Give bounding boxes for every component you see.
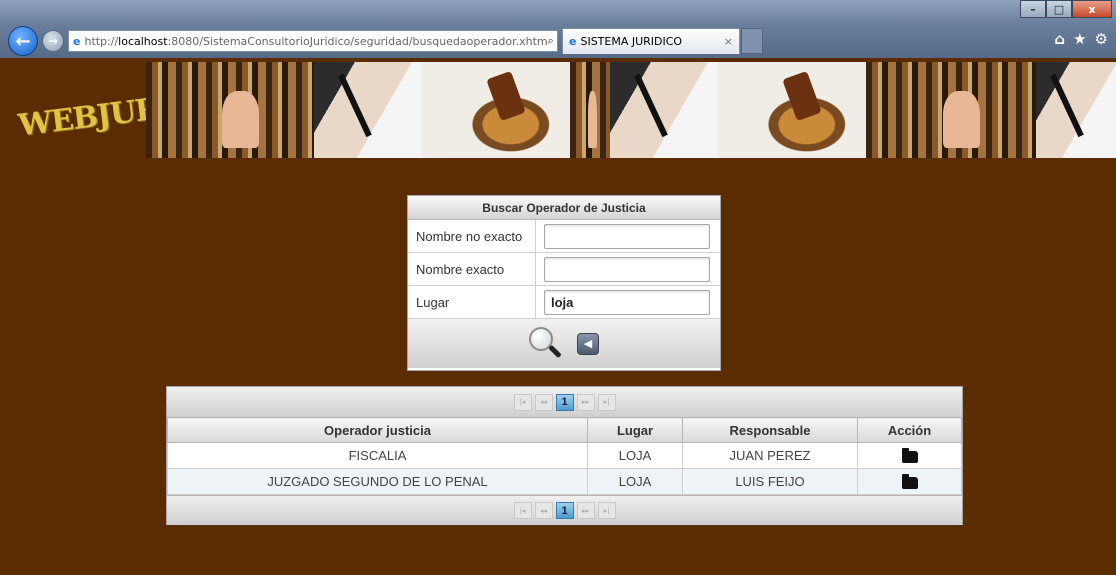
pager-first-button[interactable]: |◂ (513, 502, 532, 519)
search-panel: Buscar Operador de Justicia Nombre no ex… (407, 195, 721, 371)
home-icon[interactable]: ⌂ (1054, 30, 1065, 48)
nombre-exacto-input[interactable] (544, 257, 710, 282)
banner-pen-image (1036, 62, 1116, 158)
column-header-operador[interactable]: Operador justicia (167, 417, 588, 443)
minimize-button[interactable]: – (1020, 0, 1046, 18)
arrow-left-icon: ← (15, 30, 31, 52)
pager-prev-button[interactable]: ◂◂ (534, 393, 553, 411)
address-bar[interactable]: e http:// localhost :8080/SistemaConsult… (68, 30, 558, 52)
banner-pen-image (314, 62, 422, 158)
pager-page-1[interactable]: 1 (555, 502, 574, 519)
browser-chrome: – □ x ← → e http:// localhost :8080/Sist… (0, 0, 1116, 58)
cell-lugar: LOJA (587, 442, 683, 469)
banner-books-image (570, 62, 610, 158)
back-button[interactable]: ← (8, 26, 38, 56)
search-panel-title: Buscar Operador de Justicia (408, 196, 720, 220)
tab-sistema-juridico[interactable]: e SISTEMA JURIDICO × (562, 28, 740, 54)
lugar-input[interactable] (544, 290, 710, 315)
address-prefix: http:// (84, 34, 119, 48)
results-table-panel: |◂ ◂◂ 1 ▸▸ ▸| Operador justicia Lugar Re… (166, 386, 963, 525)
field-label: Nombre no exacto (408, 220, 536, 252)
banner-books-image (146, 62, 314, 158)
column-header-accion: Acción (857, 417, 962, 443)
table-row: FISCALIA LOJA JUAN PEREZ (167, 442, 962, 469)
back-page-button[interactable]: ◀ (577, 332, 599, 355)
address-controls[interactable]: ⌕ ▾ ☰ ↻ ✕ (548, 34, 557, 48)
ie-icon: e (569, 35, 577, 48)
arrow-right-icon: → (47, 34, 59, 48)
cell-accion (857, 442, 962, 469)
field-label: Lugar (408, 286, 536, 318)
pager-prev-button[interactable]: ◂◂ (534, 502, 553, 519)
pager-next-button[interactable]: ▸▸ (576, 393, 595, 411)
ie-icon: e (73, 34, 81, 48)
caret-left-icon: ◀ (583, 337, 593, 350)
field-row-nombre-exacto: Nombre exacto (408, 253, 720, 286)
search-button[interactable] (529, 326, 563, 361)
cell-operador: JUZGADO SEGUNDO DE LO PENAL (167, 468, 588, 495)
cell-accion (857, 468, 962, 495)
tools-icon[interactable]: ⚙ (1095, 30, 1108, 48)
folder-icon[interactable] (901, 447, 918, 463)
banner-gavel-image (422, 62, 570, 158)
cell-lugar: LOJA (587, 468, 683, 495)
folder-icon[interactable] (901, 473, 918, 489)
column-header-lugar[interactable]: Lugar (587, 417, 683, 443)
pager-next-button[interactable]: ▸▸ (576, 502, 595, 519)
paginator-bottom: |◂ ◂◂ 1 ▸▸ ▸| (167, 495, 962, 525)
field-row-lugar: Lugar (408, 286, 720, 319)
forward-button[interactable]: → (42, 30, 64, 52)
results-table: Operador justicia Lugar Responsable Acci… (167, 417, 962, 495)
search-actions: ◀ (408, 319, 720, 368)
pager-page-1[interactable]: 1 (555, 393, 574, 411)
paginator-top: |◂ ◂◂ 1 ▸▸ ▸| (167, 387, 962, 417)
banner-gavel-image (718, 62, 866, 158)
field-label: Nombre exacto (408, 253, 536, 285)
tab-close-icon[interactable]: × (724, 35, 733, 48)
cell-responsable: JUAN PEREZ (682, 442, 858, 469)
pager-last-button[interactable]: ▸| (597, 502, 616, 519)
new-tab-button[interactable] (741, 28, 763, 54)
cell-operador: FISCALIA (167, 442, 588, 469)
window-controls: – □ x (1020, 0, 1112, 20)
browser-toolbar-icons: ⌂ ★ ⚙ (1054, 30, 1108, 48)
address-path: :8080/SistemaConsultorioJuridico/segurid… (167, 34, 548, 48)
header-banner (146, 62, 1116, 158)
maximize-button[interactable]: □ (1046, 0, 1072, 18)
table-row: JUZGADO SEGUNDO DE LO PENAL LOJA LUIS FE… (167, 468, 962, 495)
favorites-icon[interactable]: ★ (1073, 30, 1086, 48)
page-content: WEBJURIS Buscar Operador de Justicia Nom… (0, 58, 1116, 575)
close-window-button[interactable]: x (1072, 0, 1112, 18)
pager-first-button[interactable]: |◂ (513, 393, 532, 411)
tab-title: SISTEMA JURIDICO (580, 35, 683, 48)
cell-responsable: LUIS FEIJO (682, 468, 858, 495)
banner-pen-image (610, 62, 718, 158)
field-row-nombre-no-exacto: Nombre no exacto (408, 220, 720, 253)
banner-books-image (866, 62, 1036, 158)
column-header-responsable[interactable]: Responsable (682, 417, 858, 443)
nombre-no-exacto-input[interactable] (544, 224, 710, 249)
address-host: localhost (118, 34, 168, 48)
pager-last-button[interactable]: ▸| (597, 393, 616, 411)
